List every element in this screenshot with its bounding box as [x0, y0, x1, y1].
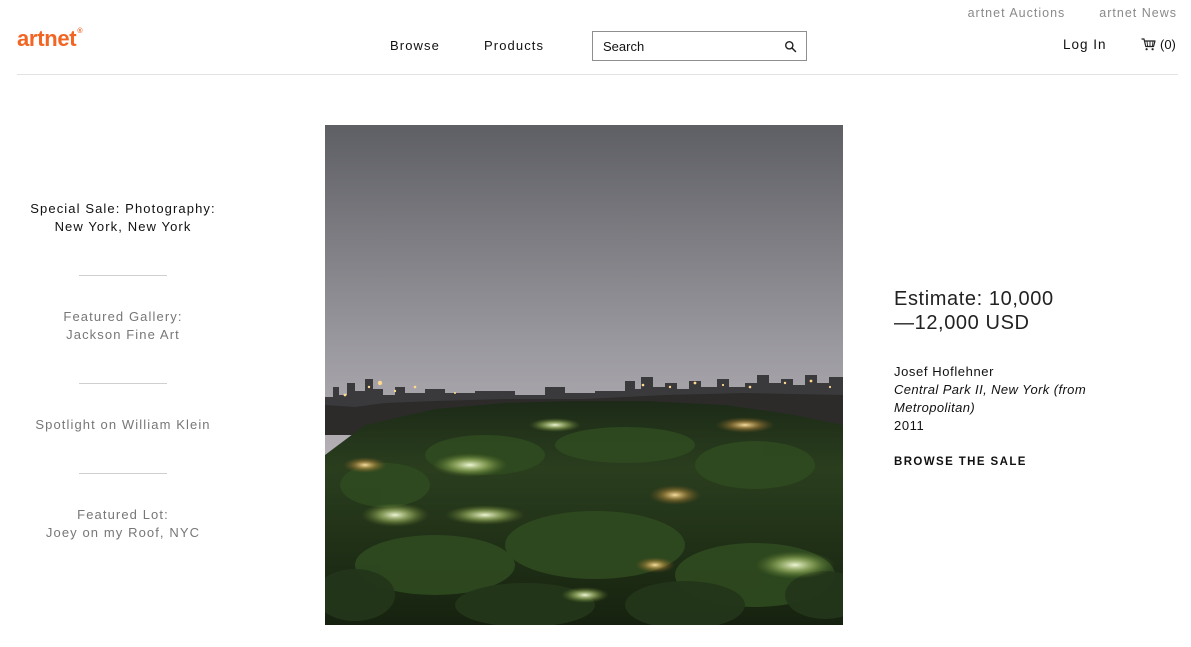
special-sale-line2: New York, New York: [54, 219, 192, 234]
cart-icon: [1141, 38, 1156, 51]
artist-name[interactable]: Josef Hoflehner: [894, 363, 1134, 381]
search-icon[interactable]: [784, 40, 797, 53]
spotlight-label: Spotlight on William Klein: [35, 417, 211, 432]
estimate: Estimate: 10,000 —12,000 USD: [894, 287, 1134, 335]
header-divider: [17, 74, 1178, 75]
sidebar-special-sale[interactable]: Special Sale: Photography: New York, New…: [10, 200, 236, 236]
artnet-news-link[interactable]: artnet News: [1099, 6, 1177, 20]
artnet-logo[interactable]: artnet®: [17, 26, 82, 52]
sidebar-featured-lot[interactable]: Featured Lot: Joey on my Roof, NYC: [10, 506, 236, 542]
estimate-line1: Estimate: 10,000: [894, 288, 1054, 310]
feature-info: Estimate: 10,000 —12,000 USD Josef Hofle…: [894, 287, 1134, 470]
nav-browse[interactable]: Browse: [390, 38, 440, 53]
featured-lot-line2: Joey on my Roof, NYC: [45, 525, 201, 540]
search-input[interactable]: [603, 38, 773, 54]
featured-lot-line1: Featured Lot:: [77, 507, 169, 522]
top-links: artnet Auctions artnet News: [968, 6, 1177, 20]
cart-count: (0): [1160, 37, 1176, 52]
special-sale-line1: Special Sale: Photography:: [30, 201, 216, 216]
logo-text: artnet: [17, 26, 77, 51]
sidebar-divider: [79, 383, 167, 384]
featured-gallery-line1: Featured Gallery:: [63, 309, 183, 324]
sidebar-spotlight[interactable]: Spotlight on William Klein: [10, 416, 236, 434]
sidebar-featured-gallery[interactable]: Featured Gallery: Jackson Fine Art: [10, 308, 236, 344]
browse-the-sale-link[interactable]: BROWSE THE SALE: [894, 456, 1027, 468]
search-box: [592, 31, 807, 61]
cart-button[interactable]: (0): [1141, 37, 1176, 52]
featured-gallery-line2: Jackson Fine Art: [66, 327, 180, 342]
artnet-auctions-link[interactable]: artnet Auctions: [968, 6, 1066, 20]
artwork-year: 2011: [894, 418, 925, 433]
sidebar-divider: [79, 473, 167, 474]
featured-artwork-image[interactable]: [325, 125, 843, 625]
artwork-title-line1: Central Park II, New York (from: [894, 382, 1087, 397]
artwork-title: Central Park II, New York (from Metropol…: [894, 381, 1134, 417]
artwork-title-line2: Metropolitan): [894, 400, 976, 415]
nav-products[interactable]: Products: [484, 38, 544, 53]
registered-mark: ®: [77, 28, 83, 35]
sidebar-divider: [79, 275, 167, 276]
login-link[interactable]: Log In: [1063, 37, 1107, 52]
estimate-line2: —12,000 USD: [894, 312, 1030, 334]
